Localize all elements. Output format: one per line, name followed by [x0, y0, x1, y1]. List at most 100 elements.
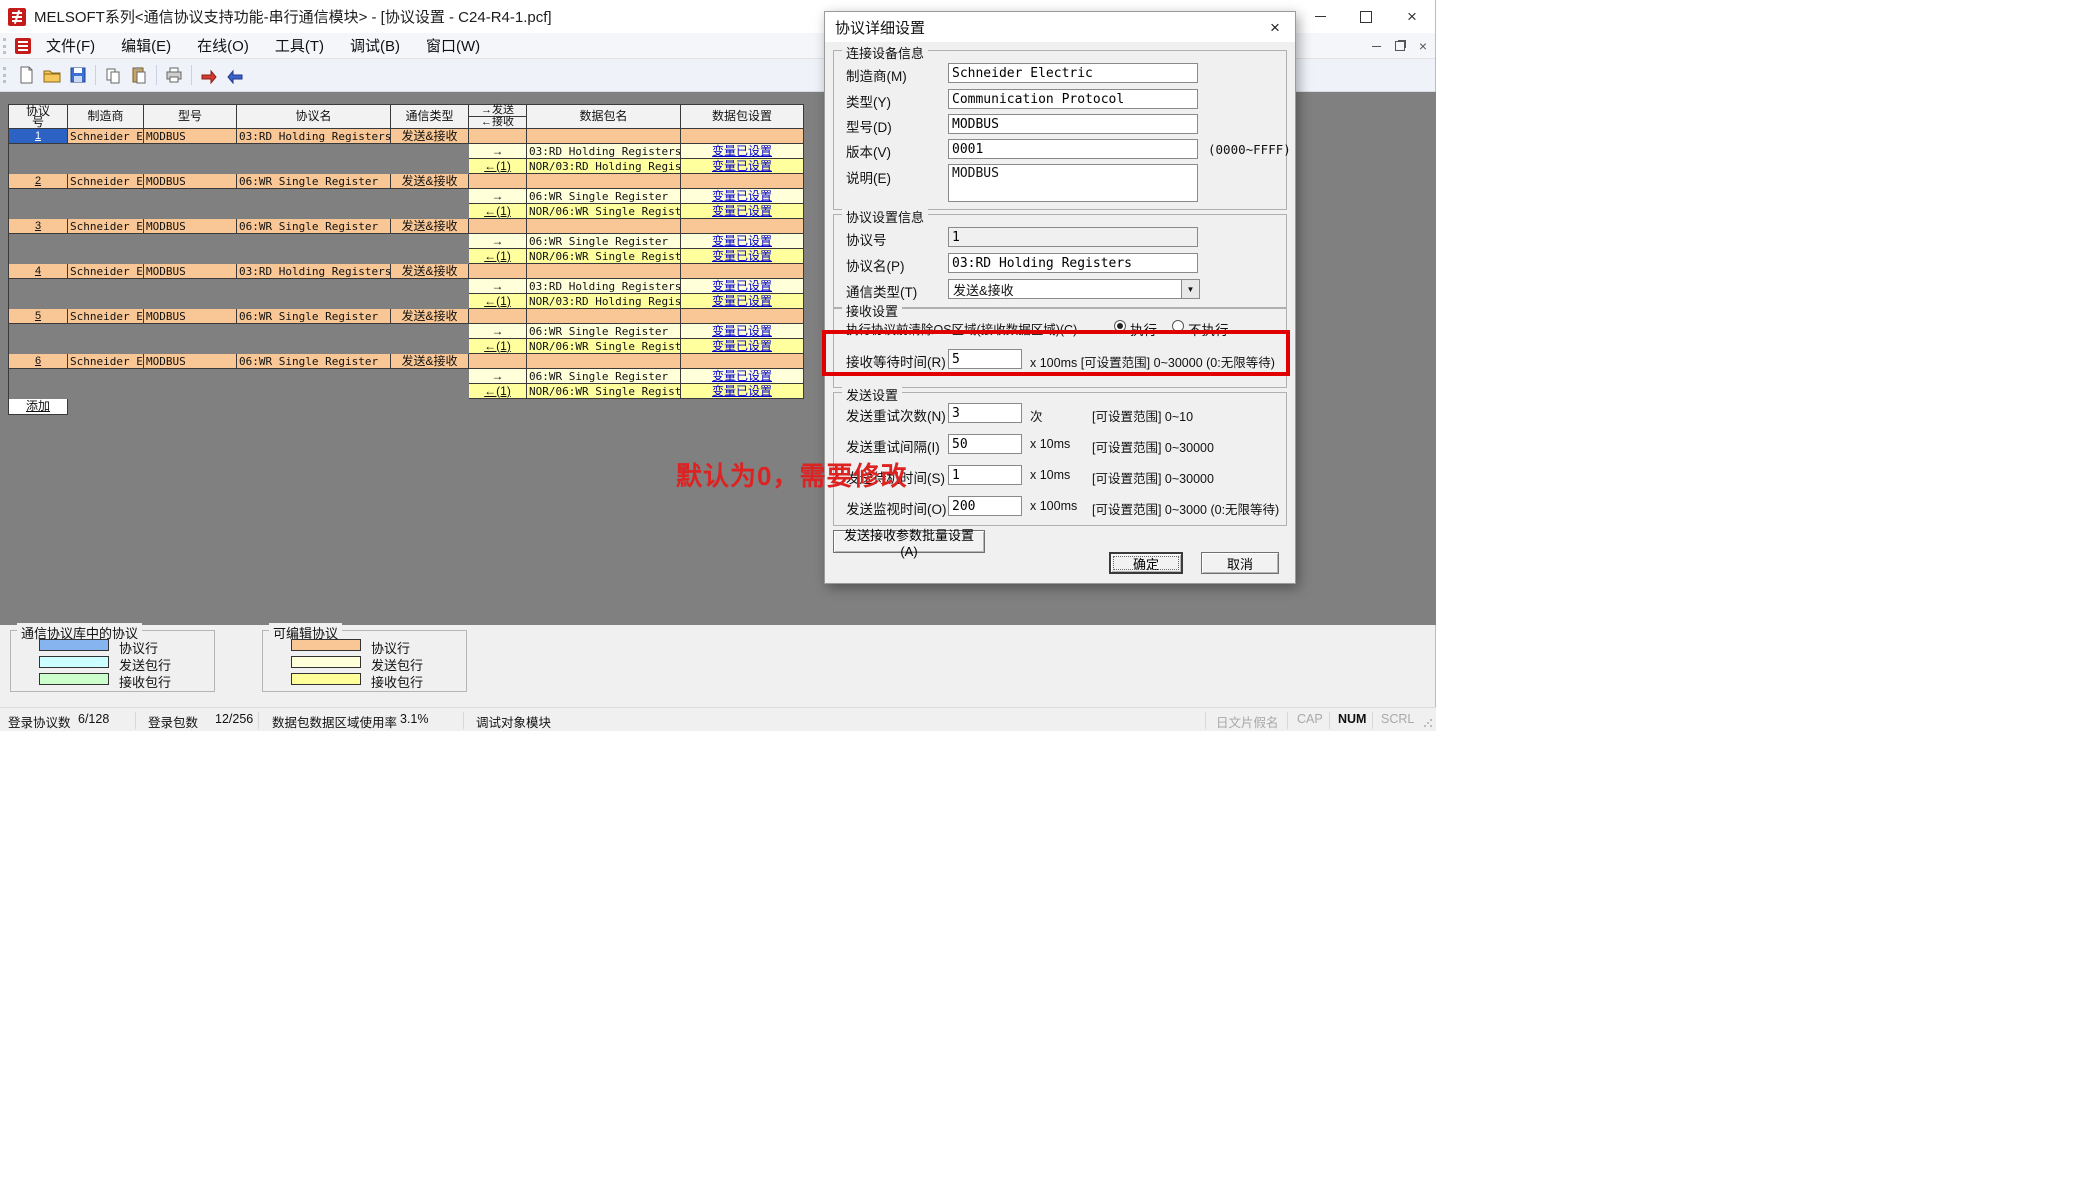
- dialog-close-button[interactable]: ×: [1261, 17, 1289, 38]
- minimize-button[interactable]: [1297, 0, 1343, 33]
- app-icon-small: [15, 38, 31, 54]
- menu-window[interactable]: 窗口(W): [413, 33, 493, 59]
- save-icon[interactable]: [66, 63, 90, 87]
- menu-debug[interactable]: 调试(B): [337, 33, 413, 59]
- legend-editable: 可编辑协议 协议行 发送包行 接收包行: [262, 630, 467, 692]
- menu-edit[interactable]: 编辑(E): [108, 33, 184, 59]
- status-debug-module-label: 调试对象模块: [476, 712, 551, 731]
- gray-filler: [9, 144, 469, 159]
- status-packet-count-label: 登录包数: [148, 712, 198, 731]
- header-recv: ←接收: [469, 117, 526, 128]
- protocol-name-input[interactable]: [948, 253, 1198, 273]
- cell-packet-name: 06:WR Single Register: [527, 324, 681, 339]
- variable-set-link[interactable]: 变量已设置: [712, 325, 772, 338]
- protocol-no-link[interactable]: 5: [9, 309, 68, 324]
- recv-arrow-link[interactable]: ←(1): [469, 339, 527, 354]
- model-input[interactable]: [948, 114, 1198, 134]
- cell-empty: [527, 354, 681, 369]
- type-input[interactable]: [948, 89, 1198, 109]
- description-input[interactable]: MODBUS: [948, 164, 1198, 202]
- variable-set-link[interactable]: 变量已设置: [712, 340, 772, 353]
- paste-icon[interactable]: [127, 63, 151, 87]
- chevron-down-icon[interactable]: ▼: [1181, 280, 1199, 298]
- variable-set-link[interactable]: 变量已设置: [712, 295, 772, 308]
- status-katakana-indicator: 日文片假名: [1216, 712, 1279, 731]
- send-packet-icon[interactable]: [197, 63, 221, 87]
- menu-file[interactable]: 文件(F): [33, 33, 108, 59]
- new-file-icon[interactable]: [14, 63, 38, 87]
- protocol-row: 6 Schneider El MODBUS 06:WR Single Regis…: [9, 354, 804, 369]
- cell-empty: [681, 129, 804, 144]
- monitor-time-input[interactable]: [948, 496, 1022, 516]
- resize-grip-icon: [1423, 718, 1433, 728]
- cell-empty: [681, 309, 804, 324]
- print-icon[interactable]: [162, 63, 186, 87]
- menu-tools[interactable]: 工具(T): [262, 33, 337, 59]
- manufacturer-input[interactable]: [948, 63, 1198, 83]
- gray-filler: [9, 369, 469, 384]
- version-input[interactable]: [948, 139, 1198, 159]
- variable-set-link[interactable]: 变量已设置: [712, 385, 772, 398]
- ok-button[interactable]: 确定: [1109, 552, 1183, 574]
- protocol-no-link[interactable]: 2: [9, 174, 68, 189]
- protocol-no-link[interactable]: 1: [9, 129, 68, 144]
- standby-time-input[interactable]: [948, 465, 1022, 485]
- send-arrow: →: [469, 234, 527, 249]
- group-device-info-label: 连接设备信息: [842, 43, 928, 62]
- screen: MELSOFT系列<通信协议支持功能-串行通信模块> - [协议设置 - C24…: [0, 0, 2074, 1204]
- cell-model: MODBUS: [144, 219, 237, 234]
- retry-count-input[interactable]: [948, 403, 1022, 423]
- variable-set-link[interactable]: 变量已设置: [712, 250, 772, 263]
- mdi-restore-icon[interactable]: [1395, 41, 1405, 51]
- cell-manufacturer: Schneider El: [68, 309, 144, 324]
- recv-arrow-link[interactable]: ←(1): [469, 204, 527, 219]
- protocol-no-link[interactable]: 3: [9, 219, 68, 234]
- cancel-button[interactable]: 取消: [1201, 552, 1279, 574]
- monitor-time-range: [可设置范围] 0~3000 (0:无限等待): [1092, 499, 1279, 518]
- batch-settings-button[interactable]: 发送接收参数批量设置(A): [833, 530, 985, 553]
- protocol-no-link[interactable]: 4: [9, 264, 68, 279]
- variable-set-link[interactable]: 变量已设置: [712, 160, 772, 173]
- maximize-button[interactable]: [1343, 0, 1389, 33]
- copy-icon[interactable]: [101, 63, 125, 87]
- protocol-no-link[interactable]: 6: [9, 354, 68, 369]
- recv-packet-row: ←(1) NOR/06:WR Single Register 变量已设置: [9, 249, 804, 264]
- cell-packet-name: 06:WR Single Register: [527, 189, 681, 204]
- variable-set-link[interactable]: 变量已设置: [712, 190, 772, 203]
- variable-set-link[interactable]: 变量已设置: [712, 205, 772, 218]
- mdi-minimize-icon[interactable]: [1372, 46, 1381, 47]
- recv-arrow-link[interactable]: ←(1): [469, 384, 527, 399]
- open-folder-icon[interactable]: [40, 63, 64, 87]
- menu-online[interactable]: 在线(O): [184, 33, 262, 59]
- annotation-text: 默认为0，需要修改: [676, 456, 907, 493]
- gray-filler: [9, 204, 469, 219]
- recv-arrow-link[interactable]: ←(1): [469, 249, 527, 264]
- cell-packet-name: NOR/06:WR Single Register: [527, 204, 681, 219]
- variable-set-link[interactable]: 变量已设置: [712, 235, 772, 248]
- variable-set-link[interactable]: 变量已设置: [712, 370, 772, 383]
- window-title: MELSOFT系列<通信协议支持功能-串行通信模块> - [协议设置 - C24…: [34, 6, 552, 27]
- status-bar: 登录协议数 6/128 登录包数 12/256 数据包数据区域使用率 3.1% …: [0, 707, 1436, 731]
- cell-manufacturer: Schneider El: [68, 264, 144, 279]
- recv-arrow-link[interactable]: ←(1): [469, 294, 527, 309]
- legend-swatch-protocol-row: [39, 639, 109, 651]
- group-send-label: 发送设置: [842, 385, 902, 404]
- gray-filler: [9, 384, 469, 399]
- add-protocol-link[interactable]: 添加: [9, 399, 68, 415]
- comm-type-dropdown[interactable]: 发送&接收 ▼: [948, 279, 1200, 299]
- cell-manufacturer: Schneider El: [68, 219, 144, 234]
- dialog-title-bar[interactable]: 协议详细设置: [825, 12, 1295, 42]
- send-arrow: →: [469, 144, 527, 159]
- retry-interval-input[interactable]: [948, 434, 1022, 454]
- recv-arrow-link[interactable]: ←(1): [469, 159, 527, 174]
- variable-set-link[interactable]: 变量已设置: [712, 280, 772, 293]
- mdi-close-icon[interactable]: ×: [1419, 39, 1427, 53]
- close-button[interactable]: ×: [1389, 0, 1435, 33]
- variable-set-link[interactable]: 变量已设置: [712, 145, 772, 158]
- app-icon: [8, 8, 26, 26]
- legend-swatch-recv-row: [39, 673, 109, 685]
- receive-packet-icon[interactable]: [223, 63, 247, 87]
- cell-comm-type: 发送&接收: [391, 219, 469, 234]
- toolbar-separator: [95, 65, 96, 85]
- cell-empty: [527, 264, 681, 279]
